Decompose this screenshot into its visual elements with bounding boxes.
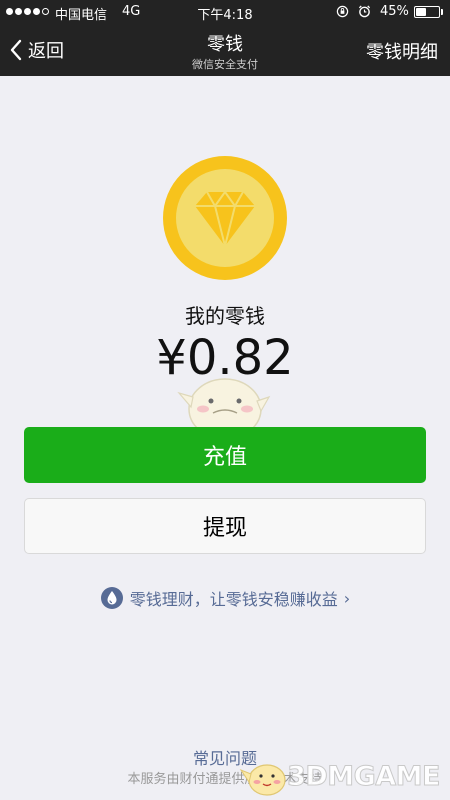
- battery-percent: 45%: [380, 4, 409, 19]
- battery-icon: [414, 6, 440, 18]
- navigation-bar: 返回 零钱 微信安全支付 零钱明细: [0, 24, 450, 76]
- chevron-right-icon: ›: [343, 588, 351, 608]
- balance-label: 我的零钱: [185, 304, 265, 328]
- battery-level: [416, 8, 426, 16]
- diamond-coin-icon: [163, 156, 287, 280]
- lock-rotation-icon: [336, 5, 349, 18]
- wealth-management-label: 零钱理财，让零钱安稳赚收益: [129, 590, 338, 609]
- watermark: 3DMGAME: [239, 754, 441, 798]
- wealth-management-link[interactable]: 零钱理财，让零钱安稳赚收益 ›: [0, 586, 450, 610]
- watermark-text: 3DMGAME: [287, 760, 441, 792]
- wealth-drop-icon: [100, 587, 123, 609]
- alarm-icon: [358, 5, 371, 18]
- watermark-mascot-icon: [239, 764, 286, 796]
- status-bar: 中国电信 4G 下午4:18 45%: [0, 0, 450, 24]
- recharge-button[interactable]: 充值: [24, 427, 426, 483]
- withdraw-button[interactable]: 提现: [24, 498, 426, 554]
- balance-details-link[interactable]: 零钱明细: [366, 38, 438, 64]
